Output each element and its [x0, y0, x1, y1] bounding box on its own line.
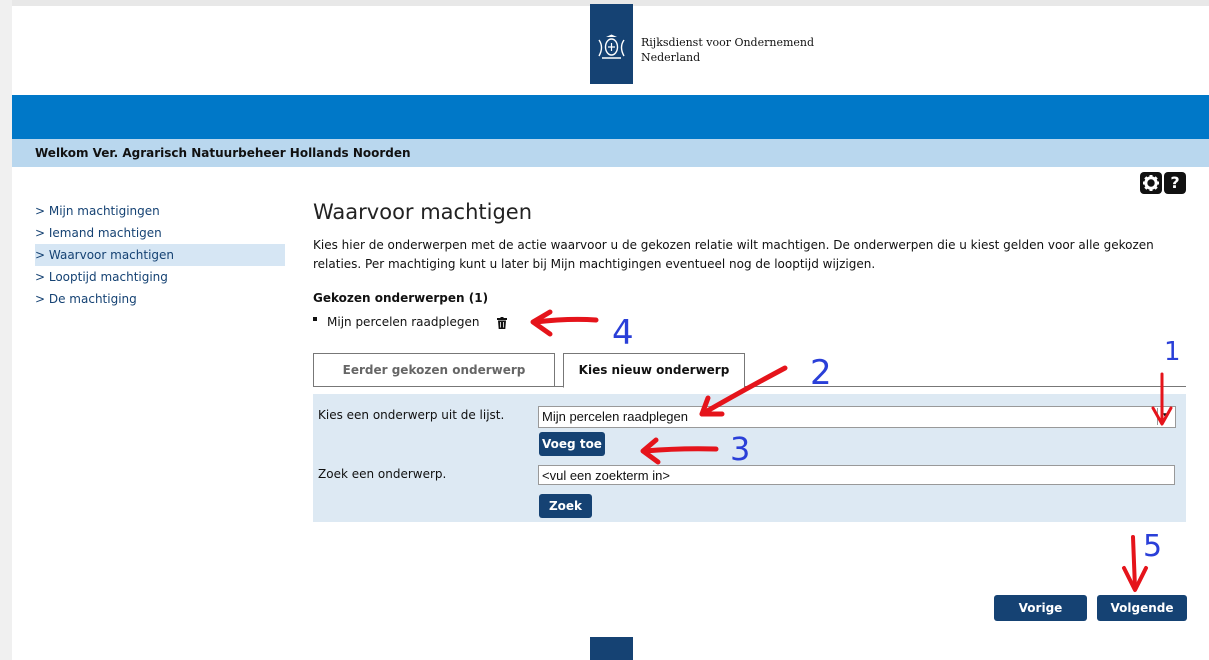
rijksoverheid-logo: [590, 4, 633, 84]
select-label: Kies een onderwerp uit de lijst.: [318, 408, 505, 422]
sidebar-item-waarvoor-machtigen[interactable]: > Waarvoor machtigen: [35, 244, 285, 266]
subject-select[interactable]: Mijn percelen raadplegen ▼: [538, 406, 1176, 428]
welcome-text: Welkom Ver. Agrarisch Natuurbeheer Holla…: [35, 146, 411, 160]
chosen-subjects-heading: Gekozen onderwerpen (1): [313, 291, 489, 305]
page: Rijksdienst voor Ondernemend Nederland W…: [0, 0, 1209, 660]
search-label: Zoek een onderwerp.: [318, 467, 447, 481]
nav-band: [12, 95, 1209, 139]
annotation-number-5: 5: [1143, 529, 1162, 564]
chosen-subject-item: Mijn percelen raadplegen: [313, 315, 508, 329]
sidebar-item-iemand-machtigen[interactable]: > Iemand machtigen: [35, 222, 285, 244]
annotation-number-4: 4: [612, 313, 634, 353]
intro-text: Kies hier de onderwerpen met de actie wa…: [313, 238, 1154, 271]
footer-logo-block: [590, 637, 633, 660]
subject-tabs: Eerder gekozen onderwerp Kies nieuw onde…: [313, 353, 1186, 388]
sidebar-nav: > Mijn machtigingen > Iemand machtigen >…: [35, 200, 285, 310]
help-icon[interactable]: ?: [1164, 172, 1186, 194]
bullet: [313, 316, 317, 321]
next-button[interactable]: Volgende: [1097, 595, 1187, 621]
search-button[interactable]: Zoek: [539, 494, 592, 518]
trash-icon[interactable]: [497, 316, 508, 329]
org-name-line1: Rijksdienst voor Ondernemend: [641, 36, 815, 49]
org-name-line2: Nederland: [641, 51, 701, 64]
tab-eerder-gekozen[interactable]: Eerder gekozen onderwerp: [313, 353, 555, 387]
gear-icon[interactable]: [1140, 172, 1162, 194]
subject-panel: Kies een onderwerp uit de lijst. Mijn pe…: [313, 394, 1186, 522]
annotation-arrow-5: [1122, 535, 1148, 592]
left-edge: [0, 0, 12, 660]
welcome-bar: Welkom Ver. Agrarisch Natuurbeheer Holla…: [12, 139, 1209, 167]
previous-button[interactable]: Vorige: [994, 595, 1087, 621]
subject-select-value: Mijn percelen raadplegen: [542, 409, 688, 424]
sidebar-item-looptijd-machtiging[interactable]: > Looptijd machtiging: [35, 266, 285, 288]
page-title: Waarvoor machtigen: [313, 200, 533, 224]
utility-icons: ?: [1140, 172, 1188, 194]
sidebar-item-mijn-machtigingen[interactable]: > Mijn machtigingen: [35, 200, 285, 222]
sidebar-item-de-machtiging[interactable]: > De machtiging: [35, 288, 285, 310]
chosen-subject-label: Mijn percelen raadplegen: [327, 315, 480, 329]
search-input[interactable]: <vul een zoekterm in>: [538, 465, 1175, 485]
org-name: Rijksdienst voor Ondernemend Nederland: [641, 35, 814, 65]
tab-kies-nieuw[interactable]: Kies nieuw onderwerp: [563, 353, 745, 388]
annotation-arrow-4: [530, 309, 599, 337]
crest-icon: [598, 34, 625, 59]
add-button[interactable]: Voeg toe: [539, 432, 605, 456]
chevron-down-icon[interactable]: ▼: [1157, 408, 1174, 425]
